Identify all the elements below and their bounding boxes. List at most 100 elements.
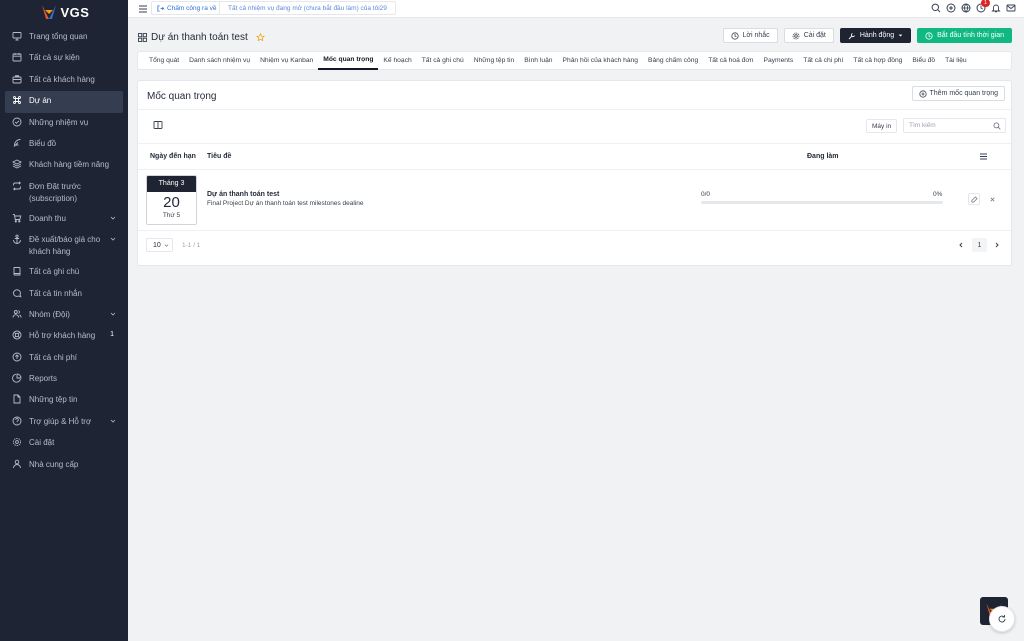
tab-3[interactable]: Mốc quan trọng — [318, 51, 379, 70]
tab-12[interactable]: Tất cả chi phí — [798, 51, 848, 70]
help-circle-icon — [12, 416, 22, 426]
tab-6[interactable]: Những tệp tin — [469, 51, 520, 70]
start-timer-button[interactable]: Bắt đầu tính thời gian — [917, 28, 1012, 43]
sidebar-item-10[interactable]: Tất cả ghi chú — [0, 262, 128, 283]
clock-notification[interactable]: 1 — [976, 0, 990, 13]
next-page-button[interactable] — [989, 238, 1004, 252]
vgs-logo-icon — [41, 5, 56, 19]
refresh-icon — [998, 615, 1006, 623]
tab-2[interactable]: Nhiệm vụ Kanban — [255, 51, 318, 70]
due-month: Tháng 3 — [147, 176, 196, 192]
sidebar-item-label: Đề xuất/báo giá cho khách hàng — [29, 235, 101, 257]
sidebar-item-11[interactable]: Tất cả tin nhắn — [0, 284, 128, 305]
actions-dropdown[interactable]: Hành động — [839, 28, 912, 43]
print-button[interactable]: Máy in — [866, 119, 898, 133]
section-title: Mốc quan trọng — [147, 91, 217, 102]
sidebar-item-5[interactable]: Biểu đồ — [0, 134, 128, 155]
sidebar-item-label: Doanh thu — [29, 213, 66, 223]
wrench-icon — [848, 32, 855, 39]
bell-icon[interactable] — [991, 3, 1001, 13]
sidebar-item-7[interactable]: Đơn Đặt trước (subscription) — [0, 177, 128, 209]
sidebar-item-13[interactable]: Hỗ trợ khách hàng 1 — [0, 326, 128, 347]
sidebar-item-0[interactable]: Trang tổng quan — [0, 27, 128, 48]
actions-label: Hành động — [859, 32, 895, 39]
sidebar-item-label: Dự án — [29, 96, 52, 106]
menu-toggle-icon[interactable] — [138, 4, 148, 14]
sidebar-item-15[interactable]: Reports — [0, 369, 128, 390]
file-icon — [13, 395, 21, 404]
tab-9[interactable]: Bảng chấm công — [643, 51, 703, 70]
monitor-icon — [12, 32, 22, 41]
hamburger-menu-icon[interactable] — [979, 152, 988, 161]
settings-button[interactable]: Cài đặt — [783, 28, 834, 43]
sidebar-item-18[interactable]: Cài đặt — [0, 433, 128, 454]
sidebar-item-9[interactable]: Đề xuất/báo giá cho khách hàng — [0, 230, 128, 262]
sidebar-item-label: Tất cả chi phí — [29, 352, 78, 362]
delete-button[interactable] — [986, 193, 998, 205]
page-size-select[interactable]: 10 — [146, 238, 173, 252]
brand-name: VGS — [60, 4, 90, 20]
tab-4[interactable]: Kế hoạch — [378, 51, 416, 70]
sidebar-item-12[interactable]: Nhóm (Đội) — [0, 305, 128, 326]
clock-out-button[interactable]: Chấm công ra về — [151, 1, 223, 15]
lifebuoy-icon — [12, 330, 22, 340]
edit-icon — [971, 195, 978, 202]
tab-8[interactable]: Phản hồi của khách hàng — [558, 51, 643, 70]
brand-logo[interactable]: VGS — [0, 0, 128, 24]
sidebar-item-6[interactable]: Khách hàng tiềm năng — [0, 155, 128, 176]
sidebar-item-8[interactable]: Doanh thu — [0, 209, 128, 230]
globe-icon[interactable] — [961, 3, 971, 13]
reminder-button[interactable]: Lời nhắc — [722, 28, 778, 43]
add-milestone-button[interactable]: Thêm mốc quan trọng — [911, 86, 1005, 101]
search-input[interactable] — [909, 122, 989, 129]
clock-icon — [730, 31, 739, 40]
open-tasks-link[interactable]: Tất cả nhiệm vụ đang mở (chưa bắt đầu là… — [219, 1, 396, 15]
columns-toggle-icon[interactable] — [152, 119, 164, 131]
column-header-title[interactable]: Tiêu đề — [207, 153, 231, 160]
sidebar-item-16[interactable]: Những tệp tin — [0, 390, 128, 411]
tab-11[interactable]: Payments — [758, 51, 798, 70]
cart-icon — [12, 213, 22, 223]
page-title: Dự án thanh toán test — [138, 32, 265, 43]
tab-15[interactable]: Tài liệu — [940, 51, 972, 70]
page-button-current[interactable]: 1 — [972, 238, 987, 252]
chevron-right-icon — [995, 242, 999, 248]
sidebar-item-label: Tất cả tin nhắn — [29, 288, 82, 298]
tab-10[interactable]: Tất cả hoá đơn — [703, 51, 758, 70]
sidebar-item-1[interactable]: Tất cả sự kiện — [0, 48, 128, 69]
column-header-progress[interactable]: Đang làm — [807, 153, 839, 160]
sidebar-item-2[interactable]: Tất cả khách hàng — [0, 70, 128, 91]
tab-14[interactable]: Biểu đồ — [907, 51, 940, 70]
star-icon[interactable] — [255, 33, 265, 42]
sidebar-item-label: Những nhiệm vụ — [29, 117, 89, 127]
tab-13[interactable]: Tất cả hợp đồng — [848, 51, 907, 70]
divider — [138, 169, 1011, 170]
tab-5[interactable]: Tất cả ghi chú — [417, 51, 469, 70]
project-header: Dự án thanh toán test Lời nhắc Cài đặt H… — [128, 26, 1024, 48]
edit-button[interactable] — [968, 193, 980, 205]
sidebar-item-14[interactable]: Tất cả chi phí — [0, 348, 128, 369]
due-date-badge: Tháng 3 20 Thứ 5 — [146, 175, 197, 225]
sign-out-icon — [157, 4, 164, 12]
column-header-due-date[interactable]: Ngày đến hạn — [150, 153, 196, 160]
grid-icon — [138, 33, 147, 42]
tab-0[interactable]: Tổng quát — [144, 51, 184, 70]
search-icon — [993, 122, 1001, 130]
plus-circle-icon[interactable] — [946, 3, 956, 13]
sidebar-item-4[interactable]: Những nhiệm vụ — [0, 113, 128, 134]
tab-7[interactable]: Bình luận — [519, 51, 557, 70]
pie-chart-icon — [12, 373, 22, 383]
sidebar-item-3[interactable]: Dự án — [5, 91, 123, 113]
mail-icon[interactable] — [1006, 3, 1016, 13]
chevron-down-icon — [164, 244, 169, 247]
tab-1[interactable]: Danh sách nhiệm vụ — [184, 51, 255, 70]
search-icon[interactable] — [931, 3, 941, 13]
sidebar-item-19[interactable]: Nhà cung cấp — [0, 455, 128, 476]
prev-page-button[interactable] — [953, 238, 968, 252]
reminder-label: Lời nhắc — [742, 32, 770, 39]
settings-icon — [12, 438, 22, 447]
scroll-top-button[interactable] — [989, 606, 1015, 632]
sidebar-item-17[interactable]: Trợ giúp & Hỗ trợ — [0, 412, 128, 433]
page-size-value: 10 — [153, 241, 161, 249]
sidebar-item-label: Cài đặt — [29, 438, 55, 448]
